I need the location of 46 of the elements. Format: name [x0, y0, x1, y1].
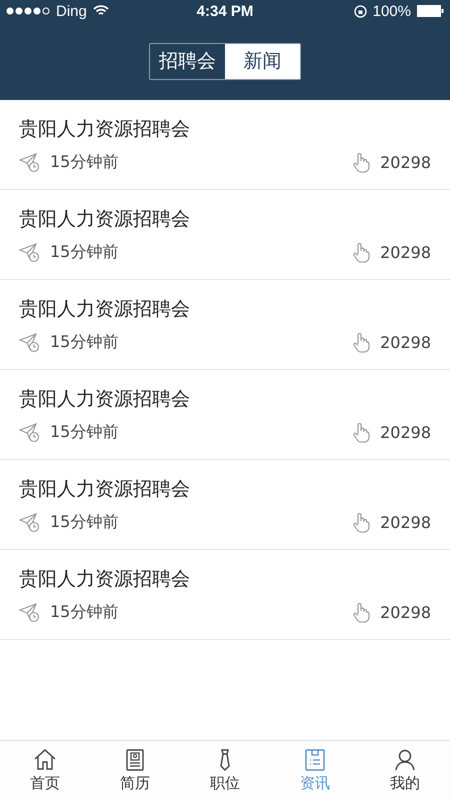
home-icon	[33, 748, 57, 772]
tab-bar-item[interactable]: 首页	[0, 741, 90, 800]
user-icon	[393, 748, 417, 772]
paper-plane-clock-icon	[19, 332, 40, 352]
clock-time: 4:34 PM	[196, 2, 254, 20]
view-count: 20298	[380, 423, 431, 442]
rotation-lock-icon	[354, 4, 367, 18]
post-time: 15分钟前	[50, 152, 118, 173]
view-count: 20298	[380, 603, 431, 622]
hand-pointer-icon	[352, 242, 370, 263]
news-title[interactable]: 贵阳人力资源招聘会	[19, 116, 431, 142]
news-title[interactable]: 贵阳人力资源招聘会	[19, 296, 431, 322]
segment-tab[interactable]: 新闻	[225, 44, 300, 78]
hand-pointer-icon	[352, 152, 370, 173]
view-count: 20298	[380, 153, 431, 172]
wifi-icon	[92, 5, 109, 17]
view-count: 20298	[380, 333, 431, 352]
post-time: 15分钟前	[50, 602, 118, 623]
view-count: 20298	[380, 243, 431, 262]
paper-plane-clock-icon	[19, 512, 40, 532]
segment-tab[interactable]: 招聘会	[150, 44, 225, 78]
signal-icon	[6, 7, 50, 15]
news-title[interactable]: 贵阳人力资源招聘会	[19, 566, 431, 592]
post-time: 15分钟前	[50, 422, 118, 443]
paper-plane-clock-icon	[19, 602, 40, 622]
tab-bar-item[interactable]: 简历	[90, 741, 180, 800]
paper-plane-clock-icon	[19, 242, 40, 262]
news-title[interactable]: 贵阳人力资源招聘会	[19, 386, 431, 412]
battery-icon	[416, 5, 444, 17]
hand-pointer-icon	[352, 512, 370, 533]
paper-plane-clock-icon	[19, 152, 40, 172]
view-count: 20298	[380, 513, 431, 532]
document-list-icon	[303, 748, 327, 772]
battery-percent: 100%	[372, 2, 411, 20]
hand-pointer-icon	[352, 332, 370, 353]
carrier-name: Ding	[56, 2, 87, 20]
hand-pointer-icon	[352, 602, 370, 623]
post-time: 15分钟前	[50, 332, 118, 353]
news-title[interactable]: 贵阳人力资源招聘会	[19, 206, 431, 232]
post-time: 15分钟前	[50, 512, 118, 533]
tab-bar-item[interactable]: 我的	[360, 741, 450, 800]
paper-plane-clock-icon	[19, 422, 40, 442]
post-time: 15分钟前	[50, 242, 118, 263]
news-title[interactable]: 贵阳人力资源招聘会	[19, 476, 431, 502]
hand-pointer-icon	[352, 422, 370, 443]
tab-bar-item[interactable]: 职位	[180, 741, 270, 800]
